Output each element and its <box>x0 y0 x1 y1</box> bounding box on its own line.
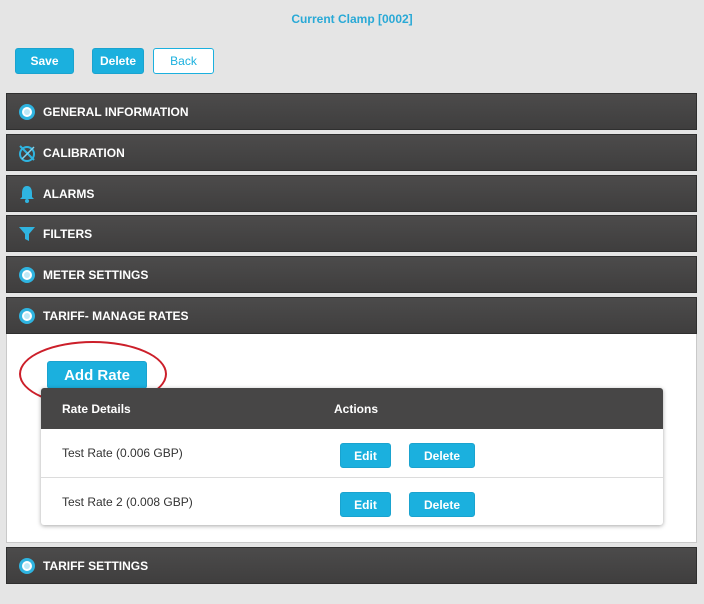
funnel-icon <box>17 224 37 244</box>
tariff-rates-panel: Add Rate Rate Details Actions Test Rate … <box>6 334 697 543</box>
page-title: Current Clamp [0002] <box>291 12 413 26</box>
rate-name: Test Rate 2 (0.008 GBP) <box>62 495 193 509</box>
add-rate-button[interactable]: Add Rate <box>47 361 147 389</box>
edit-rate-button[interactable]: Edit <box>340 492 391 517</box>
section-title: TARIFF- MANAGE RATES <box>43 308 189 323</box>
section-title: FILTERS <box>43 226 93 241</box>
section-general-information[interactable]: GENERAL INFORMATION <box>6 93 697 130</box>
delete-rate-button[interactable]: Delete <box>409 492 475 517</box>
save-button[interactable]: Save <box>15 48 74 74</box>
section-calibration[interactable]: CALIBRATION <box>6 134 697 171</box>
section-title: ALARMS <box>43 186 95 201</box>
rate-name: Test Rate (0.006 GBP) <box>62 446 183 460</box>
table-row: Test Rate (0.006 GBP) Edit Delete <box>41 429 663 478</box>
delete-rate-button[interactable]: Delete <box>409 443 475 468</box>
section-title: METER SETTINGS <box>43 267 149 282</box>
column-rate-details: Rate Details <box>62 402 131 416</box>
section-title: TARIFF SETTINGS <box>43 558 149 573</box>
radio-dot-icon <box>17 102 37 122</box>
section-alarms[interactable]: ALARMS <box>6 175 697 212</box>
section-title: CALIBRATION <box>43 145 125 160</box>
radio-dot-icon <box>17 556 37 576</box>
rates-table: Rate Details Actions Test Rate (0.006 GB… <box>41 388 663 525</box>
radio-dot-icon <box>17 265 37 285</box>
column-actions: Actions <box>334 402 379 416</box>
section-tariff-settings[interactable]: TARIFF SETTINGS <box>6 547 697 584</box>
section-tariff-manage-rates[interactable]: TARIFF- MANAGE RATES <box>6 297 697 334</box>
delete-button[interactable]: Delete <box>92 48 144 74</box>
radio-dot-icon <box>17 306 37 326</box>
section-filters[interactable]: FILTERS <box>6 215 697 252</box>
table-row: Test Rate 2 (0.008 GBP) Edit Delete <box>41 478 663 526</box>
bell-icon <box>17 184 37 204</box>
section-title: GENERAL INFORMATION <box>43 104 189 119</box>
compass-icon <box>17 143 37 163</box>
edit-rate-button[interactable]: Edit <box>340 443 391 468</box>
rates-table-header: Rate Details Actions <box>41 388 663 429</box>
section-meter-settings[interactable]: METER SETTINGS <box>6 256 697 293</box>
back-button[interactable]: Back <box>153 48 214 74</box>
